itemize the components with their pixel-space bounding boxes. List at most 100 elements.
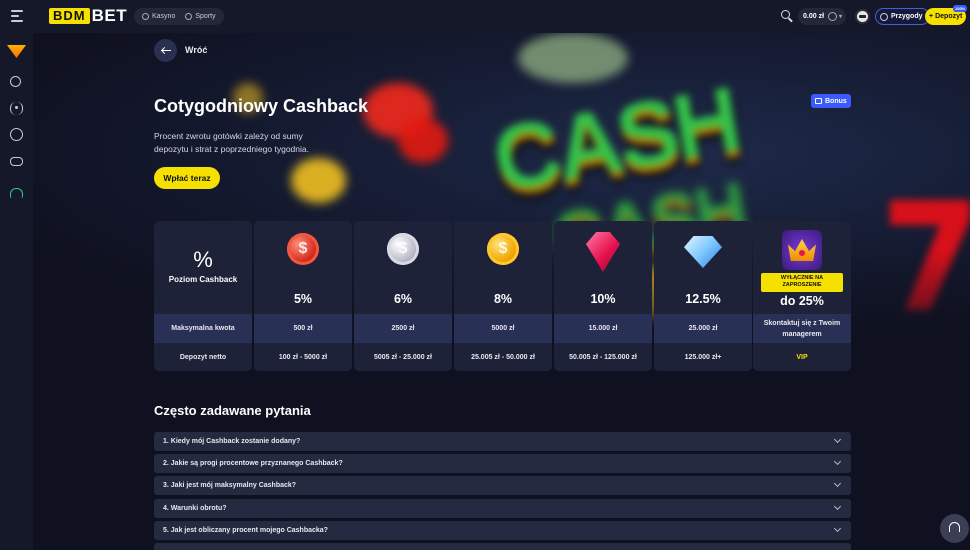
silver-coin-icon (387, 233, 419, 265)
page-title: Cotygodniowy Cashback (154, 96, 369, 116)
faq-item[interactable]: 2. Jakie są progi procentowe przyznanego… (154, 454, 851, 473)
cherry-decoration (398, 118, 448, 163)
faq-question: 5. Jak jest obliczany procent mojego Cas… (163, 527, 328, 534)
invite-only-badge: WYŁĄCZNIE NA ZAPROSZENIE (761, 273, 843, 292)
live-icon[interactable] (10, 102, 23, 115)
sports-icon (185, 13, 193, 20)
gamepad-icon[interactable] (10, 157, 23, 166)
chevron-down-icon (833, 502, 842, 511)
tier-column-3: 8% 5000 zł 25.005 zł - 50.000 zł (454, 221, 552, 371)
red-coin-icon (287, 233, 319, 265)
cashback-header-column: % Poziom Cashback Maksymalna kwota Depoz… (154, 221, 252, 371)
vip-contact: Skontaktuj się z Twoim managerem (753, 314, 851, 343)
tier-column-4: 10% 15.000 zł 50.005 zł - 125.000 zł (554, 221, 652, 371)
support-chat-button[interactable] (940, 514, 969, 543)
balance-dropdown[interactable]: 0.00 zł ▾ (798, 8, 847, 25)
faq-item[interactable]: 3. Jaki jest mój maksymalny Cashback? (154, 476, 851, 495)
chevron-down-icon (833, 479, 842, 488)
gold-coin-icon (487, 233, 519, 265)
gift-icon (815, 98, 822, 104)
adventures-icon (880, 12, 888, 21)
soccer-icon[interactable] (10, 128, 23, 141)
faq-question: 4. Warunki obrotu? (163, 505, 227, 512)
cashback-table: % Poziom Cashback Maksymalna kwota Depoz… (154, 221, 851, 371)
nav-sports-label: Sporty (195, 13, 216, 20)
tier-header: 12.5% (654, 221, 752, 314)
percent-symbol: % (193, 247, 213, 272)
logo-bdm: BDM (49, 8, 90, 24)
plus-icon: + (929, 13, 934, 20)
main-nav: Kasyno Sporty (134, 8, 224, 25)
tier-max: 2500 zł (354, 314, 452, 343)
tier-column-5: 12.5% 25.000 zł 125.000 zł+ (654, 221, 752, 371)
back-label[interactable]: Wróć (185, 45, 207, 55)
tier-column-1: 5% 500 zł 100 zł - 5000 zł (254, 221, 352, 371)
crown-icon (782, 230, 822, 270)
tier-header: WYŁĄCZNIE NA ZAPROSZENIE do 25% (753, 221, 851, 314)
tier-max: 15.000 zł (554, 314, 652, 343)
tier-column-2: 6% 2500 zł 5005 zł - 25.000 zł (354, 221, 452, 371)
diamond-icon (684, 236, 722, 268)
menu-icon[interactable] (11, 10, 23, 22)
faq-item[interactable]: 4. Warunki obrotu? (154, 499, 851, 518)
promo-icon[interactable] (7, 45, 26, 58)
logo[interactable]: BDM BET (49, 7, 127, 25)
headset-icon (949, 522, 960, 532)
tier-deposit: 50.005 zł - 125.000 zł (554, 343, 652, 371)
logo-bet: BET (91, 6, 128, 25)
top-bar: BDM BET Kasyno Sporty 0.00 zł ▾ Przygody… (0, 0, 970, 33)
ruby-icon (586, 232, 620, 272)
tier-header: 10% (554, 221, 652, 314)
faq-item[interactable]: 1. Kiedy mój Cashback zostanie dodany? (154, 432, 851, 451)
deposit-now-button[interactable]: Wpłać teraz (154, 167, 220, 189)
tier-max: 500 zł (254, 314, 352, 343)
casino-icon (142, 13, 149, 20)
tier-max: 5000 zł (454, 314, 552, 343)
vip-label: VIP (753, 343, 851, 371)
chevron-down-icon: ▾ (839, 14, 843, 20)
tier-column-vip: WYŁĄCZNIE NA ZAPROSZENIE do 25% Skontakt… (753, 221, 851, 371)
chevron-down-icon (833, 457, 842, 466)
tier-header: 8% (454, 221, 552, 314)
arrow-left-icon (160, 46, 171, 55)
avatar[interactable] (855, 9, 870, 24)
faq-title: Często zadawane pytania (154, 403, 311, 418)
coin-decoration (291, 158, 346, 203)
moon-decoration (518, 33, 628, 83)
header-cell: % Poziom Cashback (154, 221, 252, 314)
tier-deposit: 100 zł - 5000 zł (254, 343, 352, 371)
tier-percent: 10% (590, 292, 616, 306)
adventures-button[interactable]: Przygody (875, 8, 930, 25)
nav-sports[interactable]: Sporty (180, 8, 220, 25)
tier-header: 6% (354, 221, 452, 314)
deposit-bonus-badge: 100% (953, 5, 968, 12)
faq-question: 2. Jakie są progi procentowe przyznanego… (163, 460, 343, 467)
bonus-tag: Bonus (811, 94, 851, 108)
tier-percent: 6% (393, 292, 413, 306)
faq-item[interactable]: 5. Jak jest obliczany procent mojego Cas… (154, 521, 851, 540)
faq-item[interactable] (154, 543, 851, 550)
support-icon[interactable] (10, 188, 23, 198)
net-deposit-label: Depozyt netto (154, 343, 252, 371)
nav-casino[interactable]: Kasyno (137, 8, 180, 25)
currency-icon (828, 12, 838, 21)
tier-max: 25.000 zł (654, 314, 752, 343)
slots-icon[interactable] (10, 76, 21, 87)
tier-header: 5% (254, 221, 352, 314)
chevron-down-icon (833, 435, 842, 444)
nav-casino-label: Kasyno (152, 13, 176, 20)
tier-deposit: 125.000 zł+ (654, 343, 752, 371)
cashback-level-label: Poziom Cashback (168, 275, 238, 284)
tier-deposit: 5005 zł - 25.000 zł (354, 343, 452, 371)
page-description: Procent zwrotu gotówki zależy od sumy de… (154, 131, 309, 154)
tier-percent: 8% (493, 292, 513, 306)
max-amount-label: Maksymalna kwota (154, 314, 252, 343)
sidebar (0, 33, 33, 550)
tier-deposit: 25.005 zł - 50.000 zł (454, 343, 552, 371)
search-icon[interactable] (781, 10, 793, 23)
back-button[interactable] (154, 39, 177, 62)
deposit-label: Depozyt (935, 13, 963, 20)
faq-question: 1. Kiedy mój Cashback zostanie dodany? (163, 438, 301, 445)
balance-value: 0.00 zł (803, 13, 825, 20)
bonus-tag-label: Bonus (825, 97, 847, 105)
